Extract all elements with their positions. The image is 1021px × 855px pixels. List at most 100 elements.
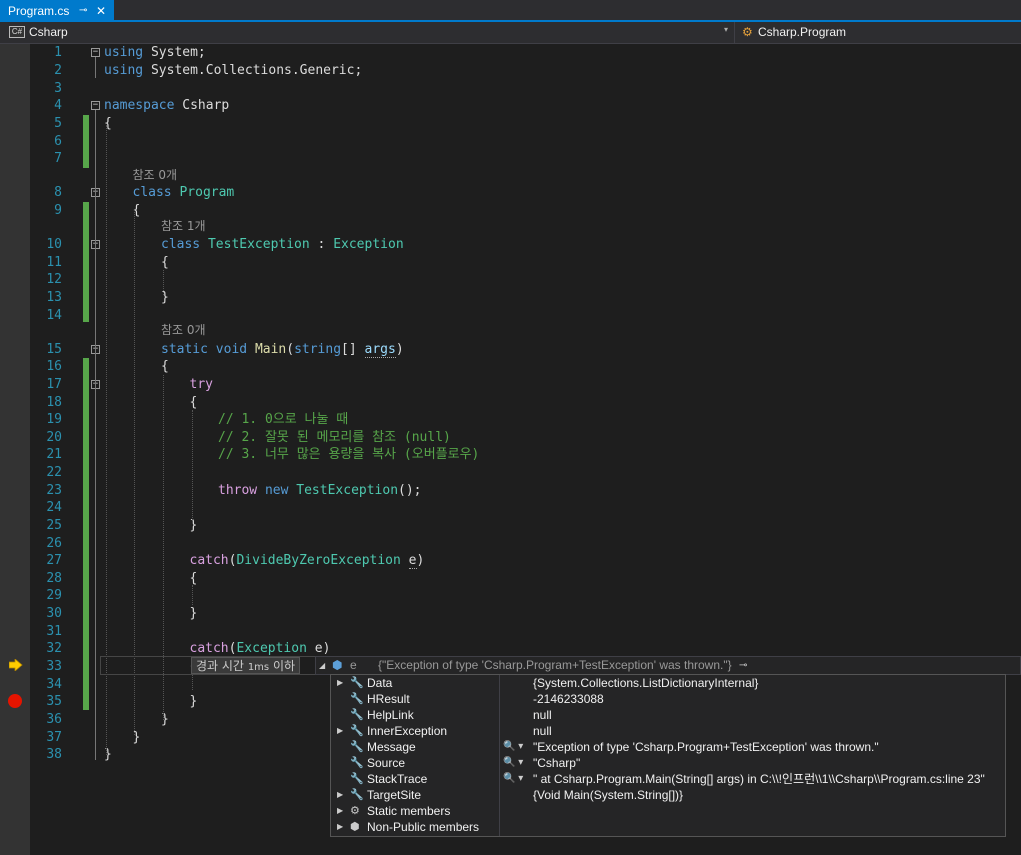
line-number: 7 (54, 151, 62, 166)
codelens-references[interactable]: 참조 0개 (161, 322, 206, 338)
expand-arrow-icon[interactable]: ▶ (337, 803, 343, 819)
code-line[interactable]: // 1. 0으로 나눌 때 (218, 411, 348, 429)
property-value[interactable]: " at Csharp.Program.Main(String[] args) … (533, 771, 1003, 787)
collapse-triangle-icon[interactable]: ◢ (319, 657, 325, 674)
code-line[interactable]: } (190, 517, 198, 535)
code-line[interactable]: { (190, 570, 198, 588)
property-value[interactable]: null (533, 707, 1003, 723)
indent-guide (163, 270, 164, 295)
line-number: 28 (46, 571, 62, 586)
line-number: 14 (46, 308, 62, 323)
code-line[interactable]: { (190, 394, 198, 412)
line-number: 27 (46, 553, 62, 568)
collapse-icon[interactable]: − (91, 101, 100, 110)
expand-arrow-icon[interactable]: ▶ (337, 675, 343, 691)
outline-line (95, 249, 96, 315)
line-number: 11 (46, 255, 62, 270)
indent-guide (192, 585, 193, 605)
expand-arrow-icon[interactable]: ▶ (337, 787, 343, 803)
datatip-header[interactable]: ◢ ⬢ e {"Exception of type 'Csharp.Progra… (315, 656, 1021, 675)
line-number: 3 (54, 81, 62, 96)
datatip-row[interactable]: ▶ 🔧 TargetSite {Void Main(System.String[])} (331, 787, 1005, 803)
line-number: 34 (46, 677, 62, 692)
code-line[interactable]: static void Main(string[] args) (161, 341, 404, 359)
line-number: 29 (46, 588, 62, 603)
line-number: 6 (54, 134, 62, 149)
datatip-row[interactable]: ▶ 🔧 InnerException null (331, 723, 1005, 739)
change-indicator (83, 115, 89, 168)
code-line[interactable]: catch(DivideByZeroException e) (190, 552, 424, 570)
line-number: 16 (46, 359, 62, 374)
line-number: 31 (46, 624, 62, 639)
project-dropdown[interactable]: C# Csharp ▾ (0, 22, 735, 43)
line-number: 1 (54, 45, 62, 60)
line-number: 10 (46, 237, 62, 252)
property-name: Non-Public members (367, 820, 480, 834)
property-value[interactable]: null (533, 723, 1003, 739)
property-name: StackTrace (367, 772, 428, 786)
codelens-references[interactable]: 참조 0개 (133, 167, 178, 183)
line-number: 2 (54, 63, 62, 78)
visualizer-icon[interactable]: 🔍 ▾ (503, 755, 523, 771)
code-line[interactable]: using System.Collections.Generic; (104, 62, 362, 80)
line-numbers: 1 2 3 4 5 6 7 8 9 10 11 12 13 14 15 16 17 18 19 20 21 22 23 24 2… (30, 44, 82, 855)
property-value[interactable]: "Exception of type 'Csharp.Program+TestE… (533, 739, 1003, 755)
code-line[interactable]: { (161, 358, 169, 376)
code-line[interactable]: } (190, 605, 198, 623)
datatip-row[interactable]: 🔧 HResult -2146233088 (331, 691, 1005, 707)
line-number: 36 (46, 712, 62, 727)
non-public-members-icon: ⬢ (350, 821, 360, 833)
datatip-row[interactable]: 🔧 Message 🔍 ▾ "Exception of type 'Csharp.Pr… (331, 739, 1005, 755)
property-name: Source (367, 756, 406, 770)
tab-title: Program.cs (8, 4, 70, 18)
class-icon: ⚙ (742, 25, 753, 39)
indicator-margin[interactable] (0, 44, 30, 855)
pin-icon[interactable]: ⊸ (739, 657, 747, 674)
property-value[interactable]: {Void Main(System.String[])} (533, 787, 1003, 803)
datatip-variable-value[interactable]: {"Exception of type 'Csharp.Program+Test… (378, 657, 748, 674)
visualizer-icon[interactable]: 🔍 ▾ (503, 739, 523, 755)
datatip-row[interactable]: 🔧 Source 🔍 ▾ "Csharp" (331, 755, 1005, 771)
visualizer-icon[interactable]: 🔍 ▾ (503, 771, 523, 787)
wrench-icon: 🔧 (350, 757, 364, 769)
datatip-row[interactable]: ▶ 🔧 Data {System.Collections.ListDictionary… (331, 675, 1005, 691)
tab-program-cs[interactable]: Program.cs ⊸ ✕ (0, 0, 114, 22)
elapsed-time-perftip[interactable]: 경과 시간 1ms 이하 (191, 657, 301, 674)
code-line[interactable]: } (190, 693, 198, 711)
line-number: 24 (46, 500, 62, 515)
pin-icon[interactable]: ⊸ (79, 0, 87, 22)
datatip-row[interactable]: ▶ ⚙ Static members (331, 803, 1005, 819)
project-name: Csharp (29, 25, 68, 39)
line-number: 20 (46, 430, 62, 445)
code-line[interactable]: // 2. 잘못 된 메모리를 참조 (null) (218, 429, 451, 447)
code-line[interactable]: throw new TestException(); (218, 482, 422, 500)
line-number: 26 (46, 536, 62, 551)
code-line[interactable]: using System; (104, 44, 206, 62)
class-name: Csharp.Program (758, 25, 847, 39)
codelens-references[interactable]: 참조 1개 (161, 218, 206, 234)
chevron-down-icon[interactable]: ▾ (724, 25, 728, 34)
code-line[interactable]: // 3. 너무 많은 용량을 복사 (오버플로우) (218, 446, 479, 464)
line-number: 4 (54, 98, 62, 113)
code-line[interactable]: class TestException : Exception (161, 236, 404, 254)
code-line[interactable]: namespace Csharp (104, 97, 229, 115)
property-value[interactable]: -2146233088 (533, 691, 1003, 707)
property-name: HResult (367, 692, 410, 706)
collapse-icon[interactable]: − (91, 48, 100, 57)
code-line[interactable]: class Program (133, 184, 235, 202)
expand-arrow-icon[interactable]: ▶ (337, 819, 343, 835)
indent-guide (192, 410, 193, 520)
datatip-row[interactable]: 🔧 HelpLink null (331, 707, 1005, 723)
datatip-row[interactable]: ▶ ⬢ Non-Public members (331, 819, 1005, 835)
property-name: TargetSite (367, 788, 422, 802)
expand-arrow-icon[interactable]: ▶ (337, 723, 343, 739)
code-line[interactable]: try (190, 376, 213, 394)
line-number: 9 (54, 203, 62, 218)
line-number: 21 (46, 447, 62, 462)
close-icon[interactable]: ✕ (96, 0, 106, 22)
line-number: 13 (46, 290, 62, 305)
property-value[interactable]: {System.Collections.ListDictionaryIntern… (533, 675, 1003, 691)
datatip-row[interactable]: 🔧 StackTrace 🔍 ▾ " at Csharp.Program.Main(S… (331, 771, 1005, 787)
property-value[interactable]: "Csharp" (533, 755, 1003, 771)
breakpoint-icon[interactable] (8, 694, 22, 708)
